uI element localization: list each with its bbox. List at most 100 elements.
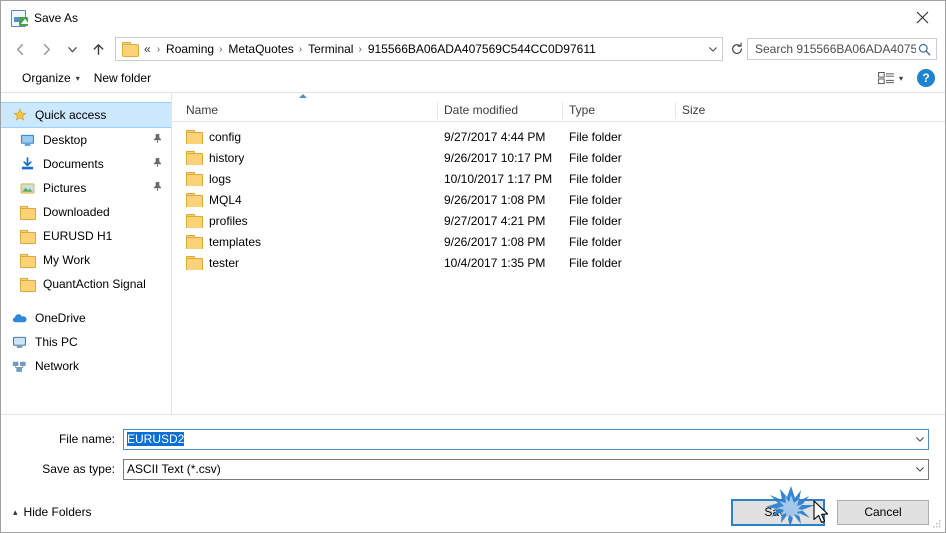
chevron-down-icon: ▾ <box>898 73 903 83</box>
breadcrumb-item-instance[interactable]: 915566BA06ADA407569C544CC0D97611 <box>367 42 597 56</box>
breadcrumb-item-roaming[interactable]: Roaming <box>165 42 215 56</box>
hide-folders-label: Hide Folders <box>23 505 92 519</box>
new-folder-button[interactable]: New folder <box>87 68 158 88</box>
save-button[interactable]: Save <box>731 498 825 526</box>
filename-value: EURUSD2 <box>124 432 911 446</box>
file-name-cell: templates <box>180 234 438 249</box>
table-row[interactable]: config 9/27/2017 4:44 PM File folder <box>172 126 945 147</box>
filename-input[interactable]: EURUSD2 <box>123 428 929 450</box>
sidebar-item-onedrive[interactable]: OneDrive <box>1 306 171 330</box>
column-header-date-modified[interactable]: Date modified <box>438 101 563 119</box>
sidebar-item-label: EURUSD H1 <box>43 229 113 243</box>
breadcrumb-item-terminal[interactable]: Terminal <box>307 42 354 56</box>
up-icon[interactable] <box>85 37 111 61</box>
folder-icon <box>186 234 203 249</box>
pin-icon[interactable] <box>153 157 162 171</box>
pin-icon[interactable] <box>153 181 162 195</box>
breadcrumb-item-metaquotes[interactable]: MetaQuotes <box>227 42 294 56</box>
sidebar-item-label: Network <box>35 359 80 373</box>
file-type-cell: File folder <box>569 150 622 165</box>
file-list-rows: config 9/27/2017 4:44 PM File folder his… <box>172 122 945 414</box>
folder-icon <box>19 277 36 292</box>
cloud-icon <box>11 312 28 324</box>
search-input[interactable]: Search 915566BA06ADA40756... <box>747 38 937 60</box>
table-row[interactable]: templates 9/26/2017 1:08 PM File folder <box>172 231 945 252</box>
filetype-select[interactable]: ASCII Text (*.csv) <box>123 458 929 480</box>
organize-button[interactable]: Organize ▾ <box>15 68 87 88</box>
back-icon[interactable] <box>7 37 33 61</box>
folder-icon <box>19 229 36 244</box>
sidebar-item-downloaded[interactable]: Downloaded <box>1 200 171 224</box>
file-type-cell: File folder <box>569 129 622 144</box>
refresh-icon[interactable] <box>727 39 747 59</box>
breadcrumb-separator: › <box>298 43 303 55</box>
breadcrumb: « › Roaming › MetaQuotes › Terminal › 91… <box>143 42 704 56</box>
file-list-header: Name Date modified Type Size <box>172 94 945 122</box>
file-name-text: MQL4 <box>209 192 242 207</box>
sidebar-item-network[interactable]: Network <box>1 354 171 378</box>
folder-icon <box>186 129 203 144</box>
window-title: Save As <box>34 10 79 25</box>
search-icon[interactable] <box>916 43 932 56</box>
recent-locations-icon[interactable] <box>59 37 85 61</box>
file-date-cell: 10/10/2017 1:17 PM <box>444 171 553 186</box>
filetype-value: ASCII Text (*.csv) <box>127 462 221 476</box>
help-button[interactable]: ? <box>917 69 935 87</box>
chevron-down-icon[interactable] <box>911 430 928 449</box>
sidebar-item-label: This PC <box>35 335 78 349</box>
file-name-text: config <box>209 129 242 144</box>
file-date-cell: 10/4/2017 1:35 PM <box>444 255 546 270</box>
breadcrumb-overflow[interactable]: « <box>143 42 153 56</box>
column-header-size[interactable]: Size <box>676 102 756 119</box>
navigation-pane: Quick access Desktop Documents Pictures … <box>1 93 172 414</box>
pictures-icon <box>19 182 36 195</box>
chevron-down-icon[interactable] <box>911 460 928 479</box>
sidebar-item-this-pc[interactable]: This PC <box>1 330 171 354</box>
breadcrumb-separator: › <box>156 43 161 55</box>
pin-icon[interactable] <box>153 133 162 147</box>
close-icon[interactable] <box>899 1 945 33</box>
file-name-text: logs <box>209 171 232 186</box>
file-name-cell: history <box>180 150 438 165</box>
file-name-cell: profiles <box>180 213 438 228</box>
cancel-button[interactable]: Cancel <box>837 499 929 525</box>
search-text: Search 915566BA06ADA40756... <box>755 42 916 56</box>
view-layout-icon <box>878 71 894 84</box>
resize-grip[interactable] <box>930 518 942 530</box>
dialog-footer: ▴ Hide Folders Save Cancel <box>1 492 945 532</box>
file-name-text: templates <box>209 234 262 249</box>
network-icon <box>11 359 28 373</box>
folder-icon <box>19 253 36 268</box>
file-name-text: tester <box>209 255 240 270</box>
table-row[interactable]: tester 10/4/2017 1:35 PM File folder <box>172 252 945 273</box>
file-name-text: history <box>209 150 245 165</box>
column-header-name[interactable]: Name <box>180 101 438 119</box>
chevron-down-icon[interactable] <box>704 39 722 59</box>
sidebar-item-quick-access[interactable]: Quick access <box>1 102 171 128</box>
sidebar-item-my-work[interactable]: My Work <box>1 248 171 272</box>
hide-folders-button[interactable]: ▴ Hide Folders <box>13 505 92 519</box>
forward-icon[interactable] <box>33 37 59 61</box>
file-type-cell: File folder <box>569 213 622 228</box>
breadcrumb-separator: › <box>358 43 362 55</box>
address-bar[interactable]: « › Roaming › MetaQuotes › Terminal › 91… <box>115 37 723 61</box>
sidebar-item-quantaction-signal[interactable]: QuantAction Signal <box>1 272 171 296</box>
navigation-bar: « › Roaming › MetaQuotes › Terminal › 91… <box>1 34 945 64</box>
table-row[interactable]: MQL4 9/26/2017 1:08 PM File folder <box>172 189 945 210</box>
table-row[interactable]: history 9/26/2017 10:17 PM File folder <box>172 147 945 168</box>
folder-icon <box>186 150 203 165</box>
table-row[interactable]: logs 10/10/2017 1:17 PM File folder <box>172 168 945 189</box>
column-header-type[interactable]: Type <box>563 101 676 119</box>
sidebar-item-desktop[interactable]: Desktop <box>1 128 171 152</box>
view-layout-button[interactable]: ▾ <box>873 69 908 88</box>
sidebar-item-label: QuantAction Signal <box>43 277 146 291</box>
sidebar-item-eurusd-h1[interactable]: EURUSD H1 <box>1 224 171 248</box>
table-row[interactable]: profiles 9/27/2017 4:21 PM File folder <box>172 210 945 231</box>
sidebar-item-documents[interactable]: Documents <box>1 152 171 176</box>
save-chart-icon <box>11 9 29 27</box>
folder-icon <box>186 171 203 186</box>
file-type-cell: File folder <box>569 171 622 186</box>
sidebar-item-pictures[interactable]: Pictures <box>1 176 171 200</box>
folder-icon <box>19 205 36 220</box>
file-type-cell: File folder <box>569 234 622 249</box>
